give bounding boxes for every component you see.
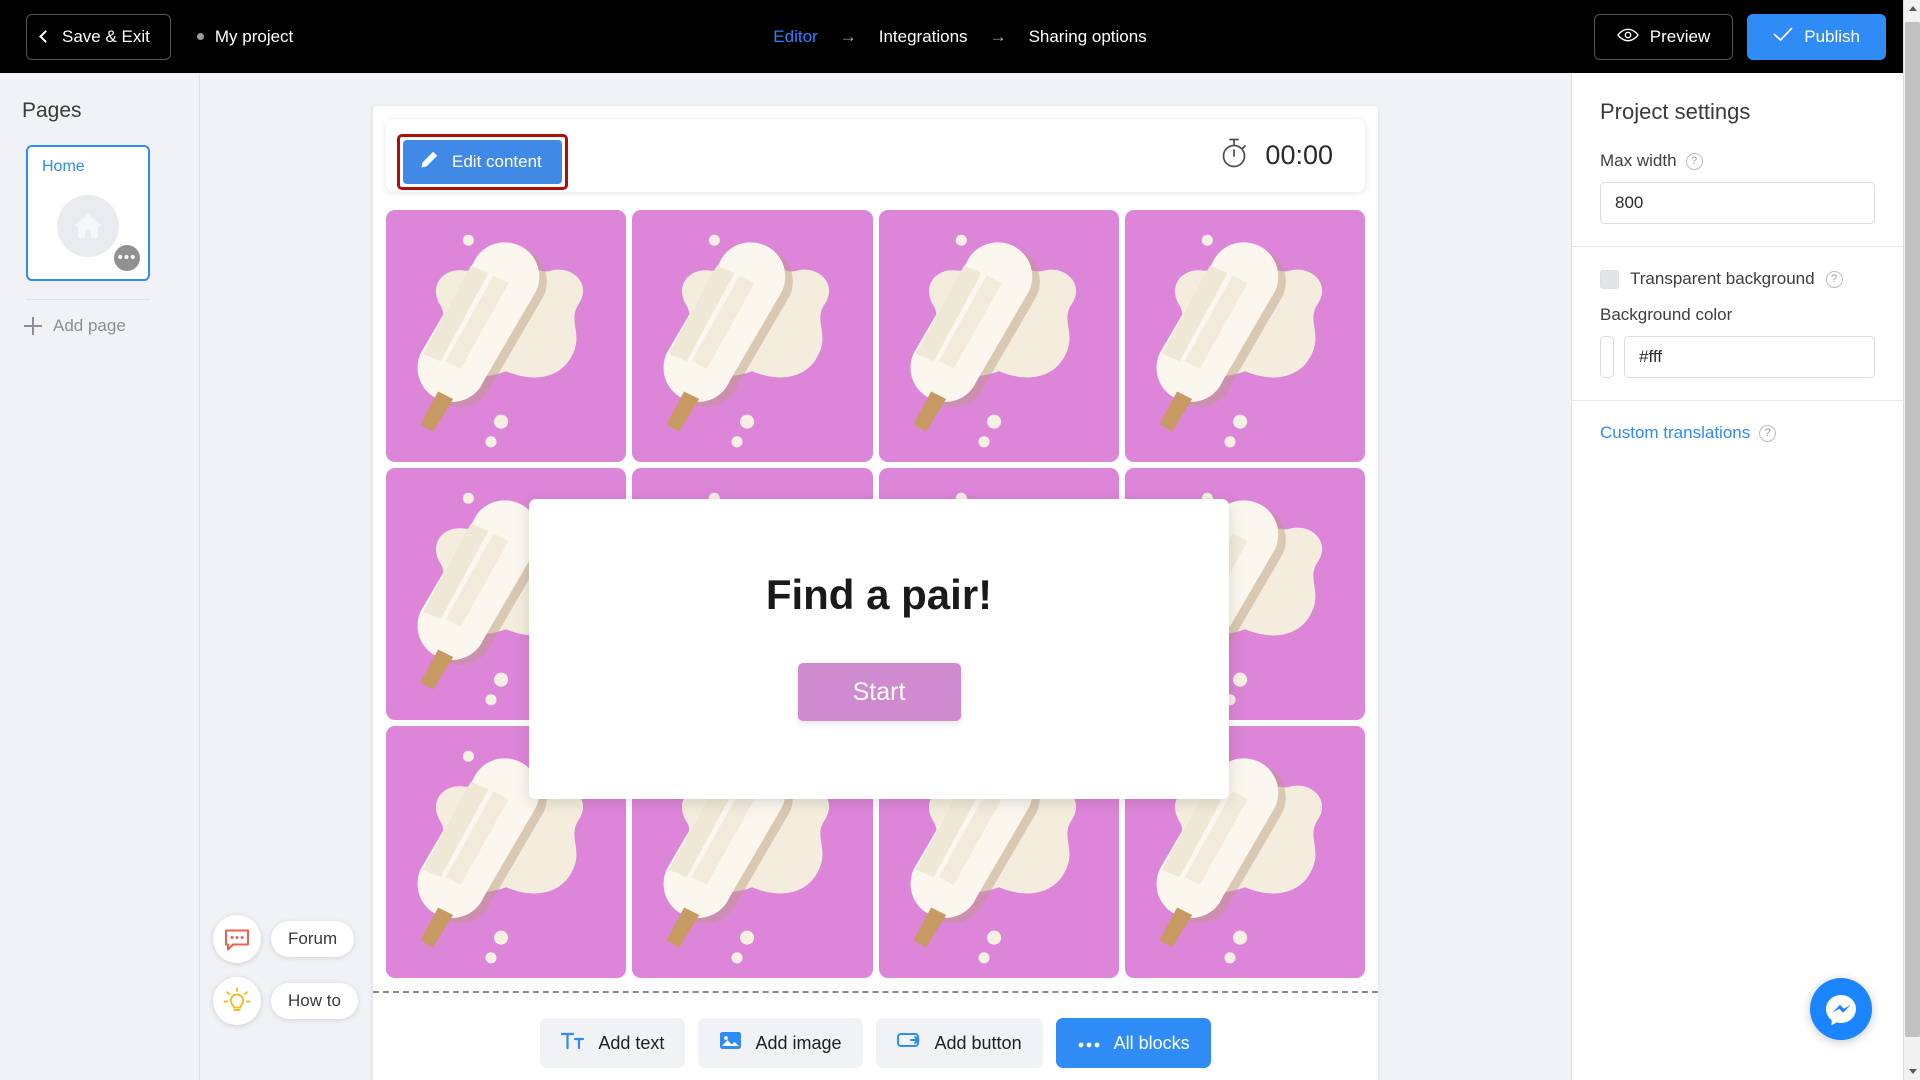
chevron-left-icon (39, 30, 52, 43)
add-image-label: Add image (755, 1032, 842, 1053)
scroll-up-arrow-icon[interactable] (1904, 0, 1920, 17)
background-section: Transparent background ? Background colo… (1572, 269, 1903, 378)
max-width-section: Max width ? (1572, 151, 1903, 224)
add-text-label: Add text (598, 1032, 665, 1053)
project-name: My project (196, 26, 294, 47)
memory-card[interactable] (386, 210, 627, 462)
background-color-label-row: Background color (1600, 305, 1875, 325)
project-name-label: My project (214, 26, 294, 46)
pencil-icon (419, 150, 439, 175)
add-page-button[interactable]: Add page (24, 316, 199, 336)
lightbulb-icon[interactable] (213, 977, 261, 1025)
page-thumb-label: Home (42, 158, 85, 175)
all-blocks-button[interactable]: All blocks (1055, 1018, 1211, 1068)
add-image-button[interactable]: Add image (698, 1018, 863, 1068)
save-and-exit-button[interactable]: Save & Exit (26, 13, 171, 60)
background-color-label: Background color (1600, 305, 1733, 324)
max-width-label-row: Max width ? (1600, 151, 1875, 171)
preview-label: Preview (1649, 26, 1711, 46)
help-icon[interactable]: ? (1685, 152, 1703, 170)
transparent-background-row[interactable]: Transparent background ? (1600, 269, 1875, 289)
arrow-right-icon: → (839, 26, 857, 46)
memory-card[interactable] (878, 210, 1119, 462)
color-swatch-button[interactable] (1600, 336, 1614, 378)
all-blocks-label: All blocks (1113, 1032, 1190, 1053)
arrow-right-icon: → (989, 26, 1007, 46)
facebook-messenger-bubble[interactable] (1810, 978, 1872, 1040)
how-to-widget[interactable]: How to (213, 977, 358, 1025)
scrollbar-thumb[interactable] (1905, 22, 1920, 1037)
top-bar: Save & Exit My project Editor → Integrat… (0, 0, 1920, 73)
page-scrollbar[interactable] (1903, 0, 1920, 1080)
sidebar-item-home[interactable]: Home ••• (26, 145, 150, 281)
ellipsis-icon (1077, 1033, 1101, 1054)
forum-widget[interactable]: Forum (213, 915, 358, 963)
add-button-button[interactable]: Add button (875, 1018, 1043, 1068)
project-settings-panel: Project settings Max width ? Transparent… (1571, 73, 1903, 1080)
canvas-area: Moves: 0 00:00 (201, 73, 1546, 1080)
publish-label: Publish (1804, 26, 1860, 46)
add-button-label: Add button (934, 1032, 1022, 1053)
breadcrumb-item-editor[interactable]: Editor (773, 27, 817, 47)
forum-label[interactable]: Forum (271, 921, 355, 957)
preview-button[interactable]: Preview (1593, 13, 1734, 60)
memory-card[interactable] (1124, 210, 1365, 462)
background-color-controls (1600, 336, 1875, 378)
how-to-label[interactable]: How to (271, 983, 358, 1019)
timer-value: 00:00 (1265, 140, 1333, 170)
edit-content-button[interactable]: Edit content (403, 140, 562, 184)
home-icon (57, 195, 119, 257)
edit-content-label: Edit content (452, 152, 542, 171)
modal-title: Find a pair! (765, 571, 993, 618)
panel-divider (1572, 400, 1903, 401)
pages-sidebar: Pages Home ••• Add page (0, 73, 200, 1080)
breadcrumb-item-sharing-options[interactable]: Sharing options (1029, 27, 1147, 47)
add-page-label: Add page (53, 316, 126, 335)
save-and-exit-label: Save & Exit (62, 26, 150, 46)
sidebar-divider (26, 299, 150, 300)
max-width-input[interactable] (1600, 182, 1875, 224)
custom-translations-link[interactable]: Custom translations ? (1600, 423, 1875, 443)
add-text-button[interactable]: Add text (540, 1018, 686, 1068)
plus-icon (24, 317, 42, 335)
breadcrumb-item-integrations[interactable]: Integrations (879, 27, 968, 47)
stopwatch-icon (1219, 137, 1249, 174)
top-bar-actions: Preview Publish (1593, 13, 1886, 60)
section-divider (373, 991, 1378, 993)
image-icon (719, 1030, 742, 1056)
chat-bubble-icon[interactable] (213, 915, 261, 963)
max-width-label: Max width (1600, 151, 1677, 170)
help-icon[interactable]: ? (1825, 270, 1843, 288)
panel-title: Project settings (1600, 99, 1751, 124)
check-icon (1773, 27, 1793, 47)
publish-button[interactable]: Publish (1747, 13, 1886, 60)
custom-translations-label: Custom translations (1600, 423, 1751, 442)
background-color-input[interactable] (1624, 336, 1875, 378)
status-dot-icon (196, 33, 204, 40)
memory-card[interactable] (632, 210, 873, 462)
page-options-button[interactable]: ••• (114, 245, 140, 271)
breadcrumb: Editor → Integrations → Sharing options (773, 27, 1146, 47)
page-canvas: Moves: 0 00:00 (373, 106, 1378, 1080)
add-blocks-toolbar: Add text Add image Add button All blocks (373, 1018, 1378, 1068)
panel-divider (1572, 246, 1903, 247)
button-icon (896, 1031, 922, 1055)
edit-content-highlight: Edit content (397, 134, 568, 190)
game-timer: 00:00 (1219, 137, 1333, 174)
helper-widgets: Forum How to (213, 915, 358, 1025)
transparent-background-label: Transparent background (1630, 269, 1815, 288)
custom-translations-section: Custom translations ? (1572, 423, 1903, 443)
start-game-button[interactable]: Start (797, 663, 961, 721)
help-icon[interactable]: ? (1759, 424, 1777, 442)
find-a-pair-modal: Find a pair! Start (529, 499, 1229, 799)
scroll-down-arrow-icon[interactable] (1904, 1063, 1920, 1080)
sidebar-title: Pages (22, 99, 82, 122)
text-icon (561, 1031, 585, 1056)
eye-icon (1616, 27, 1639, 47)
transparent-background-checkbox[interactable] (1600, 269, 1619, 289)
